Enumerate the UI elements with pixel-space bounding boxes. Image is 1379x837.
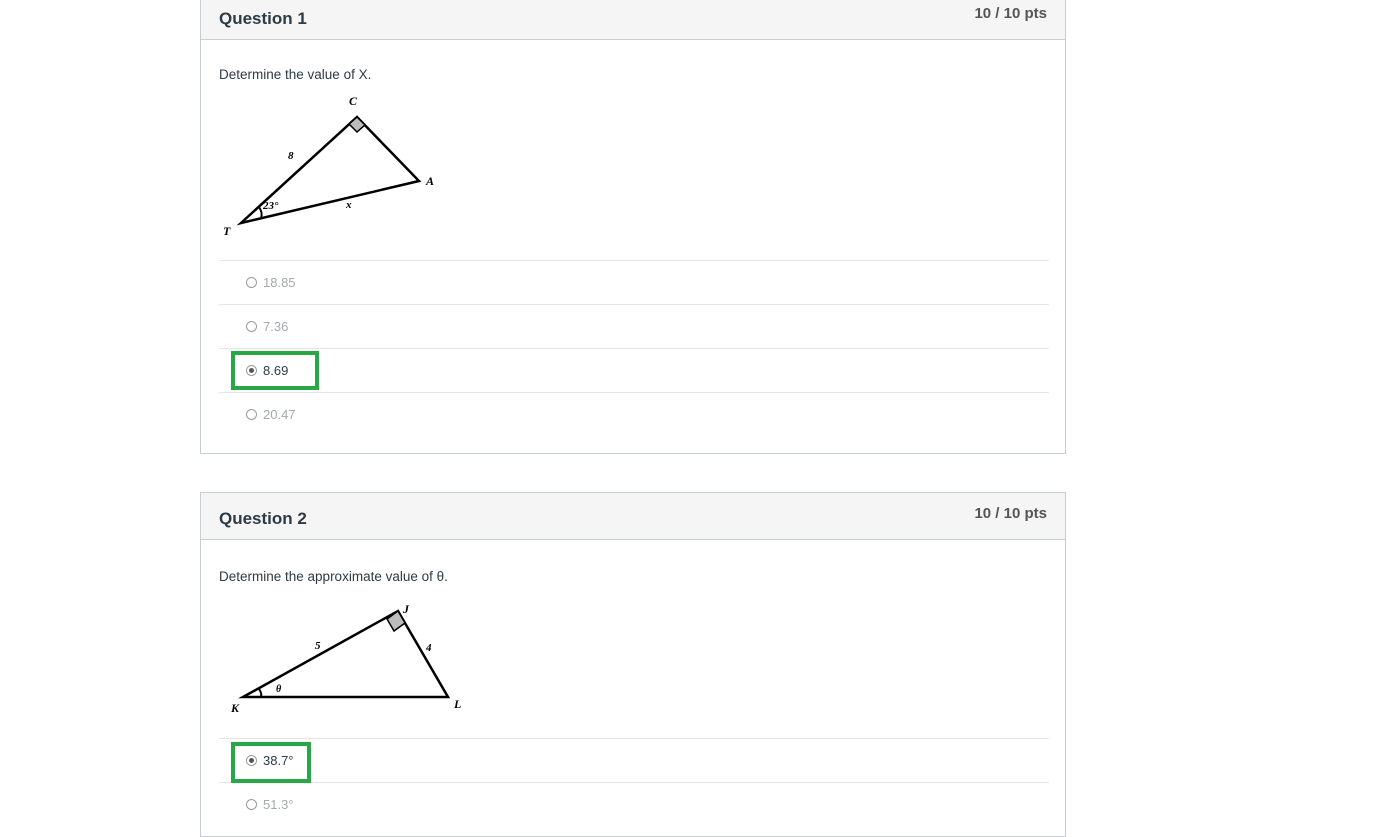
answer-option[interactable]: 51.3° (219, 782, 1049, 826)
answer-option[interactable]: 8.69 (219, 348, 1049, 392)
answer-option[interactable]: 38.7° (219, 738, 1049, 782)
angle-label: θ (276, 684, 282, 695)
question-title: Question 1 (219, 9, 307, 28)
radio-button[interactable] (246, 277, 257, 288)
question-header: Question 1 10 / 10 pts (201, 0, 1065, 40)
question-1-card: Question 1 10 / 10 pts Determine the val… (200, 0, 1066, 454)
side-label-x: x (345, 199, 352, 211)
vertex-label-j: J (402, 602, 410, 616)
angle-label: 23° (262, 200, 279, 212)
answer-list: 38.7° 51.3° (219, 738, 1049, 826)
radio-button[interactable] (246, 321, 257, 332)
question-points: 10 / 10 pts (974, 505, 1047, 522)
answer-label: 18.85 (263, 275, 296, 290)
answer-label: 7.36 (263, 319, 289, 334)
vertex-label-l: L (453, 697, 461, 711)
vertex-label-k: K (230, 701, 240, 715)
vertex-label-c: C (349, 94, 358, 108)
question-header: Question 2 10 / 10 pts (201, 493, 1065, 540)
radio-button[interactable] (246, 799, 257, 810)
side-label-4: 4 (425, 642, 432, 654)
answer-option[interactable]: 7.36 (219, 304, 1049, 348)
vertex-label-a: A (425, 174, 434, 188)
question-2-card: Question 2 10 / 10 pts Determine the app… (200, 492, 1066, 837)
question-points: 10 / 10 pts (974, 5, 1047, 22)
answer-label: 51.3° (263, 797, 294, 812)
answer-option[interactable]: 20.47 (219, 392, 1049, 436)
triangle-figure: J K L 5 4 θ (230, 602, 461, 715)
question-title: Question 2 (219, 509, 307, 528)
radio-button[interactable] (246, 409, 257, 420)
answer-option[interactable]: 18.85 (219, 260, 1049, 304)
correct-answer-highlight (231, 351, 319, 390)
correct-answer-highlight (231, 742, 311, 783)
side-label-5: 5 (315, 640, 321, 652)
triangle-figure: C A T 8 x 23° (223, 94, 434, 238)
question-prompt: Determine the approximate value of θ. (219, 569, 448, 584)
answer-label: 20.47 (263, 407, 296, 422)
question-prompt: Determine the value of X. (219, 67, 372, 82)
answer-list: 18.85 7.36 8.69 20.47 (219, 260, 1049, 436)
side-label-8: 8 (288, 150, 294, 162)
vertex-label-t: T (223, 224, 231, 238)
